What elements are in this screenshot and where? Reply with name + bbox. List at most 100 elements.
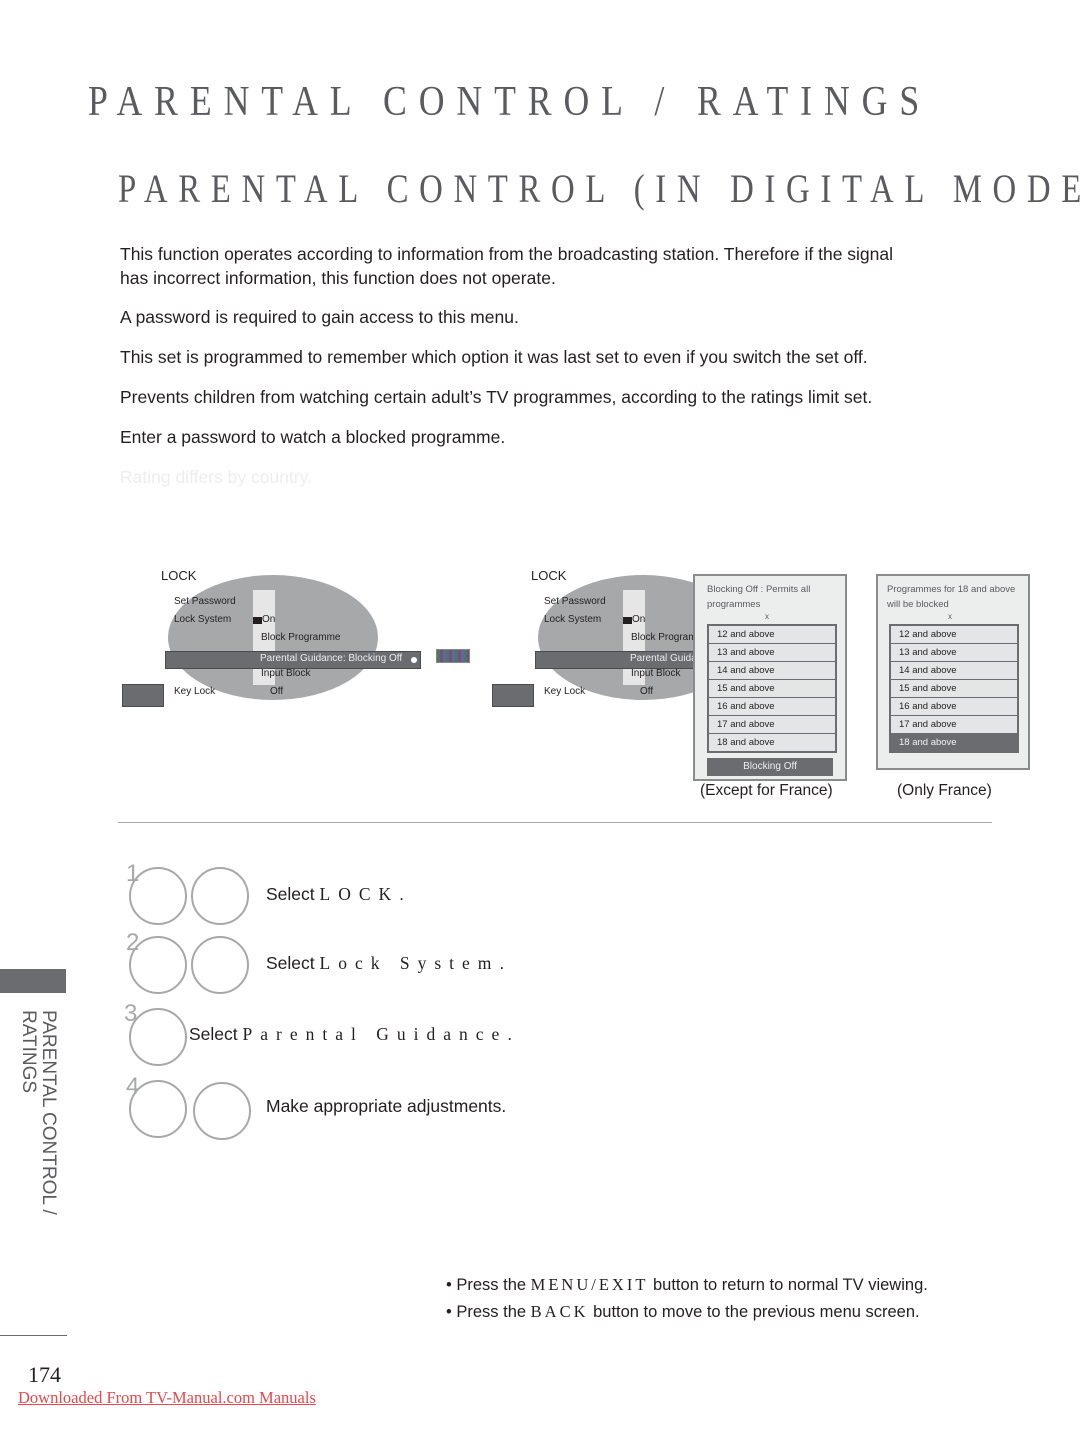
step-prefix: Select bbox=[189, 1024, 243, 1044]
intro-paragraph-6: Rating differs by country. bbox=[120, 467, 312, 487]
menu-item-key-lock[interactable]: Key Lock bbox=[174, 686, 215, 697]
step-target: Lock System bbox=[319, 953, 500, 973]
lock-menu-screen-2: LOCK Set Password Lock System On Block P… bbox=[488, 565, 698, 715]
rating-option[interactable]: 17 and above bbox=[891, 716, 1017, 734]
page-number: 174 bbox=[28, 1362, 61, 1387]
lock-system-value: On bbox=[632, 614, 646, 625]
intro-paragraph-5: Enter a password to watch a blocked prog… bbox=[120, 427, 506, 447]
menu-title: LOCK bbox=[161, 568, 197, 583]
step-target: LOCK bbox=[319, 884, 400, 904]
bullet: • bbox=[446, 1276, 452, 1294]
lock-menu-screen-1: LOCK Set Password Lock System On Block P… bbox=[118, 565, 478, 715]
caption-only-france: (Only France) bbox=[897, 782, 992, 799]
parental-guidance-label: Parental Guidance: Blocking Off bbox=[260, 653, 403, 664]
note-prefix: Press the bbox=[456, 1303, 531, 1321]
menu-marker bbox=[253, 617, 262, 624]
step-suffix: . bbox=[507, 1024, 513, 1044]
menu-item-key-lock[interactable]: Key Lock bbox=[544, 686, 585, 697]
intro-paragraph-1: This function operates according to info… bbox=[120, 244, 894, 264]
step-4-text: Make appropriate adjustments. bbox=[266, 1096, 507, 1116]
remote-button-icon bbox=[129, 1008, 187, 1066]
menu-exit-button-label: MENU/EXIT bbox=[530, 1275, 649, 1294]
section-tab-line-2: RATINGS bbox=[18, 1010, 39, 1094]
menu-marker bbox=[623, 617, 632, 624]
rating-option[interactable]: 15 and above bbox=[709, 680, 835, 698]
menu-item-set-password[interactable]: Set Password bbox=[544, 596, 606, 607]
step-suffix: . bbox=[399, 884, 405, 904]
rating-option-list: 12 and above 13 and above 14 and above 15 a… bbox=[707, 624, 837, 753]
rating-option[interactable]: 17 and above bbox=[709, 716, 835, 734]
note-menu-exit: • Press the MENU/EXIT button to return t… bbox=[446, 1275, 928, 1295]
menu-side-box bbox=[122, 684, 164, 707]
note-suffix: button to return to normal TV viewing. bbox=[648, 1276, 928, 1294]
lock-system-value: On bbox=[262, 614, 276, 625]
remote-button-icon bbox=[193, 1082, 251, 1140]
note-prefix: Press the bbox=[456, 1276, 531, 1294]
step-target: Parental Guidance bbox=[242, 1024, 508, 1044]
remote-button-icon bbox=[129, 1080, 187, 1138]
slider-knob-icon bbox=[411, 657, 417, 663]
menu-title: LOCK bbox=[531, 568, 567, 583]
close-icon[interactable]: x bbox=[948, 612, 952, 621]
step-suffix: . bbox=[499, 953, 505, 973]
menu-item-lock-system[interactable]: Lock System bbox=[174, 614, 231, 625]
menu-item-set-password[interactable]: Set Password bbox=[174, 596, 236, 607]
rating-dialog-except-france: Blocking Off : Permits all programmes x … bbox=[693, 574, 847, 781]
close-icon[interactable]: x bbox=[765, 612, 769, 621]
note-suffix: button to move to the previous menu scre… bbox=[588, 1303, 920, 1321]
menu-item-input-block[interactable]: Input Block bbox=[631, 668, 680, 679]
rating-option[interactable]: 14 and above bbox=[891, 662, 1017, 680]
dialog-description: Programmes for 18 and above will be bloc… bbox=[887, 584, 1016, 610]
rating-option-list: 12 and above 13 and above 14 and above 15 a… bbox=[889, 624, 1019, 753]
rating-option[interactable]: 15 and above bbox=[891, 680, 1017, 698]
remote-button-icon bbox=[129, 867, 187, 925]
step-prefix: Select bbox=[266, 884, 320, 904]
intro-paragraph-3: This set is programmed to remember which… bbox=[120, 347, 868, 367]
caption-except-france: (Except for France) bbox=[700, 782, 833, 799]
remote-button-icon bbox=[191, 867, 249, 925]
download-link[interactable]: Downloaded From TV-Manual.com Manuals bbox=[18, 1388, 316, 1408]
section-title: PARENTAL CONTROL (IN DIGITAL MODE ONLY) bbox=[118, 166, 1080, 211]
menu-item-lock-system[interactable]: Lock System bbox=[544, 614, 601, 625]
rating-option[interactable]: 18 and above bbox=[709, 734, 835, 751]
menu-item-input-block[interactable]: Input Block bbox=[261, 668, 310, 679]
divider bbox=[118, 822, 992, 823]
menu-item-block-programme[interactable]: Block Programme bbox=[261, 632, 340, 643]
step-2-text: Select Lock System. bbox=[266, 953, 504, 974]
rating-option[interactable]: 13 and above bbox=[709, 644, 835, 662]
step-3-text: Select Parental Guidance. bbox=[189, 1024, 512, 1045]
rating-option[interactable]: 12 and above bbox=[891, 626, 1017, 644]
remote-button-icon bbox=[191, 936, 249, 994]
rating-option[interactable]: 14 and above bbox=[709, 662, 835, 680]
menu-item-parental-guidance[interactable]: Parental Guida bbox=[535, 651, 698, 669]
menu-item-parental-guidance[interactable]: Parental Guidance: Blocking Off bbox=[165, 651, 421, 669]
section-tab-line-1: PARENTAL CONTROL / bbox=[38, 1010, 59, 1215]
remote-button-icon bbox=[129, 936, 187, 994]
step-1-text: Select LOCK. bbox=[266, 884, 404, 905]
section-tab-label: PARENTAL CONTROL / RATINGS bbox=[18, 1010, 59, 1215]
rating-dialog-only-france: Programmes for 18 and above will be bloc… bbox=[876, 574, 1030, 770]
rating-option[interactable]: 12 and above bbox=[709, 626, 835, 644]
section-tab bbox=[0, 969, 66, 993]
intro-paragraph-4: Prevents children from watching certain … bbox=[120, 387, 873, 407]
rating-icons bbox=[436, 649, 470, 663]
intro-paragraph-2: A password is required to gain access to… bbox=[120, 307, 519, 327]
intro-paragraph-1-cont: has incorrect information, this function… bbox=[120, 268, 556, 288]
parental-guidance-label: Parental Guida bbox=[630, 653, 697, 664]
bullet: • bbox=[446, 1303, 452, 1321]
key-lock-value: Off bbox=[270, 686, 284, 697]
page-title: PARENTAL CONTROL / RATINGS bbox=[88, 79, 932, 125]
step-prefix: Select bbox=[266, 953, 320, 973]
menu-item-block-programme[interactable]: Block Program bbox=[631, 632, 697, 643]
rating-option[interactable]: 13 and above bbox=[891, 644, 1017, 662]
key-lock-value: Off bbox=[640, 686, 654, 697]
dialog-description: Blocking Off : Permits all programmes bbox=[707, 584, 811, 610]
rating-option[interactable]: 16 and above bbox=[891, 698, 1017, 716]
back-button-label: BACK bbox=[530, 1302, 589, 1321]
rating-option[interactable]: 16 and above bbox=[709, 698, 835, 716]
blocking-off-button[interactable]: Blocking Off bbox=[707, 758, 833, 776]
menu-side-box bbox=[492, 684, 534, 707]
note-back: • Press the BACK button to move to the p… bbox=[446, 1302, 920, 1322]
rating-option[interactable]: 18 and above bbox=[891, 734, 1017, 751]
footer-divider bbox=[0, 1335, 67, 1336]
